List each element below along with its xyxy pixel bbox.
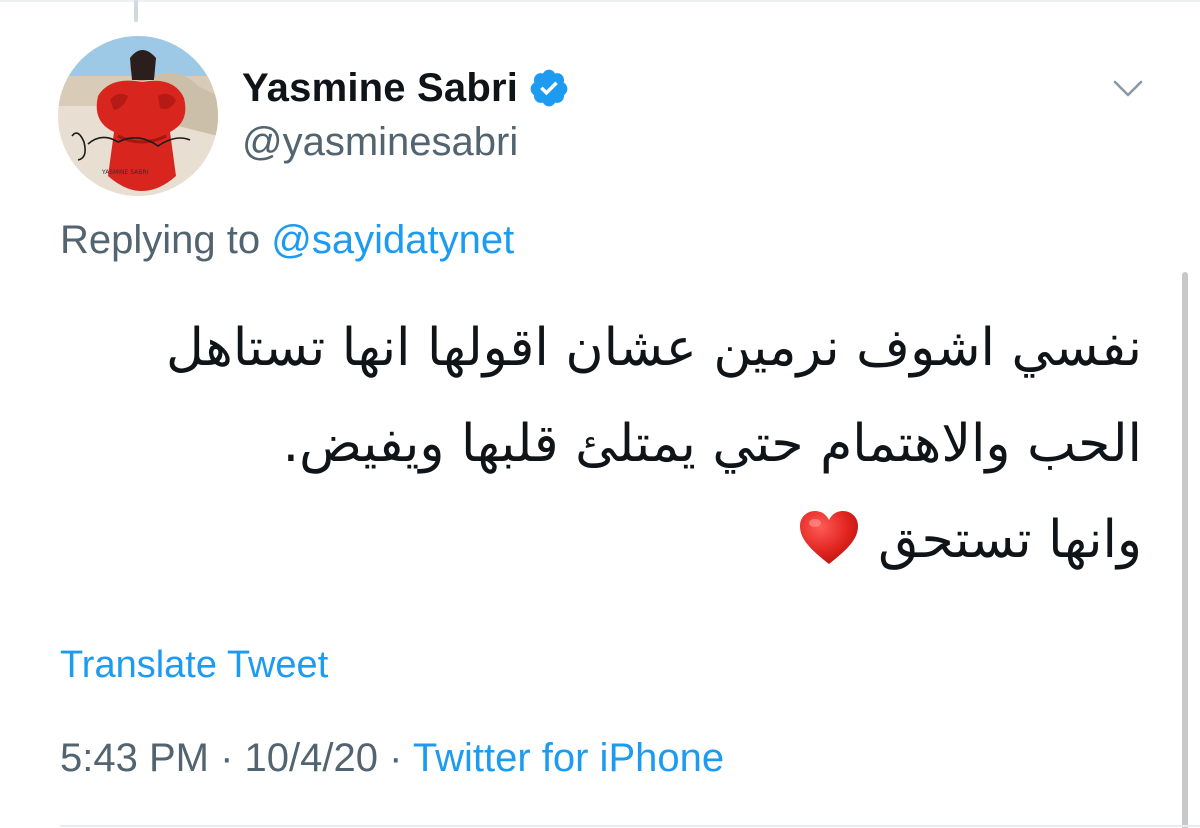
profile-photo-icon: YASMINE SABRI xyxy=(58,36,218,196)
tweet-text: نفسي اشوف نرمين عشان اقولها انها تستاهل … xyxy=(60,300,1142,588)
meta-separator: · xyxy=(220,736,234,780)
replying-to-mention[interactable]: @sayidatynet xyxy=(271,218,514,262)
red-heart-icon xyxy=(800,511,859,564)
tweet-source-link[interactable]: Twitter for iPhone xyxy=(413,736,724,780)
author-handle[interactable]: @yasminesabri xyxy=(242,120,518,165)
tweet-text-line: وانها تستحق xyxy=(878,510,1142,570)
tweet-time[interactable]: 5:43 PM xyxy=(60,736,209,780)
tweet-date[interactable]: 10/4/20 xyxy=(245,736,378,780)
scrollbar[interactable] xyxy=(1182,272,1188,828)
tweet-meta: 5:43 PM · 10/4/20 · Twitter for iPhone xyxy=(60,736,724,781)
tweet-text-line-last: وانها تستحق xyxy=(60,492,1142,588)
display-name[interactable]: Yasmine Sabri xyxy=(242,66,518,111)
tweet-text-line: الحب والاهتمام حتي يمتلئ قلبها ويفيض. xyxy=(282,414,1142,474)
tweet-text-line: نفسي اشوف نرمين عشان اقولها انها تستاهل xyxy=(166,318,1142,378)
avatar[interactable]: YASMINE SABRI xyxy=(58,36,218,196)
verified-badge-icon xyxy=(530,69,568,107)
meta-separator: · xyxy=(389,736,403,780)
bottom-divider xyxy=(60,825,1200,827)
thread-connector-line xyxy=(134,0,138,22)
svg-text:YASMINE SABRI: YASMINE SABRI xyxy=(101,169,149,176)
author-name-row: Yasmine Sabri xyxy=(242,62,570,114)
top-border xyxy=(0,0,1200,2)
replying-to-label: Replying to xyxy=(60,218,261,262)
chevron-down-icon[interactable] xyxy=(1110,70,1146,106)
replying-to: Replying to @sayidatynet xyxy=(60,218,514,263)
translate-tweet-link[interactable]: Translate Tweet xyxy=(60,644,328,687)
